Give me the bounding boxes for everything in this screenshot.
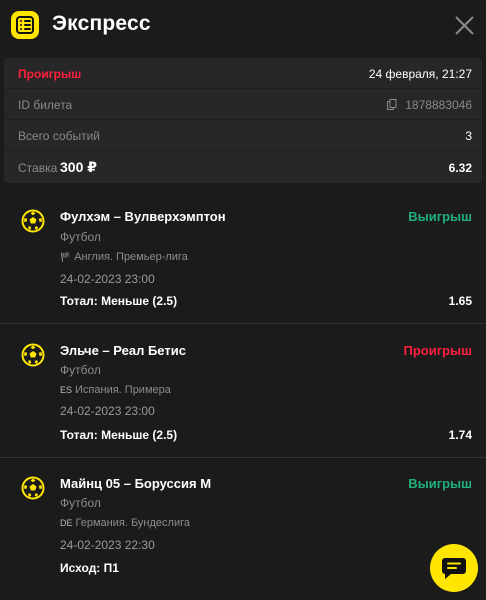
list-icon[interactable] [11,11,39,39]
event-result-badge: Выигрыш [408,209,472,224]
total-odds: 6.32 [448,161,472,175]
football-icon [21,476,45,500]
flag-icon: ES [60,385,73,395]
event-result-badge: Выигрыш [408,476,472,491]
event-league: 🏴 Англия. Премьер-лига [60,251,188,263]
status-badge: Проигрыш [18,67,82,81]
events-count: 3 [465,129,472,143]
stake-row: Ставка 300 ₽ 6.32 [4,151,482,183]
page-title: Экспресс [52,12,151,35]
bet-summary: Проигрыш 24 февраля, 21:27 ID билета 187… [4,58,482,183]
event-date: 24-02-2023 23:00 [60,272,155,286]
event-bet: Тотал: Меньше (2.5) [60,428,178,442]
event-title: Фулхэм – Вулверхэмптон [60,209,226,224]
header: Экспресс [0,0,486,54]
event-date: 24-02-2023 23:00 [60,404,155,418]
close-icon[interactable] [454,15,475,36]
event-odds: 1.65 [448,294,472,308]
event-result-badge: Проигрыш [403,343,472,358]
ticket-label: ID билета [18,98,73,112]
flag-icon: DE [60,518,73,528]
stake-label: Ставка [18,161,58,175]
event-sport: Футбол [60,363,101,377]
event-title: Эльче – Реал Бетис [60,343,186,358]
event-bet: Исход: П1 [60,561,119,575]
ticket-id-group[interactable]: 1878883046 [387,98,472,112]
football-icon [21,209,45,233]
event-league: DE Германия. Бундеслига [60,517,190,529]
copy-icon[interactable] [387,99,397,111]
stake-amount: 300 ₽ [60,159,97,175]
ticket-row: ID билета 1878883046 [4,89,482,120]
league-label: Англия. Премьер-лига [74,251,188,263]
event-odds: 1.74 [448,428,472,442]
event-sport: Футбол [60,496,101,510]
event-title: Майнц 05 – Боруссия М [60,476,212,491]
league-label: Испания. Примера [75,384,171,396]
list-item[interactable]: Майнц 05 – Боруссия М Выигрыш Футбол DE Г… [0,458,486,600]
list-item[interactable]: Фулхэм – Вулверхэмптон Выигрыш Футбол 🏴 А… [0,190,486,324]
bet-datetime: 24 февраля, 21:27 [368,67,472,81]
events-count-row: Всего событий 3 [4,120,482,151]
flag-icon: 🏴 [60,252,72,262]
ticket-id: 1878883046 [405,98,472,112]
event-bet: Тотал: Меньше (2.5) [60,294,178,308]
football-icon [21,343,45,367]
event-league: ES Испания. Примера [60,384,171,396]
event-date: 24-02-2023 22:30 [60,538,155,552]
chat-icon [442,558,466,579]
list-item[interactable]: Эльче – Реал Бетис Проигрыш Футбол ES Исп… [0,324,486,458]
events-label: Всего событий [18,129,101,143]
event-sport: Футбол [60,230,101,244]
status-row: Проигрыш 24 февраля, 21:27 [4,58,482,89]
chat-button[interactable] [430,544,478,592]
league-label: Германия. Бундеслига [75,517,190,529]
